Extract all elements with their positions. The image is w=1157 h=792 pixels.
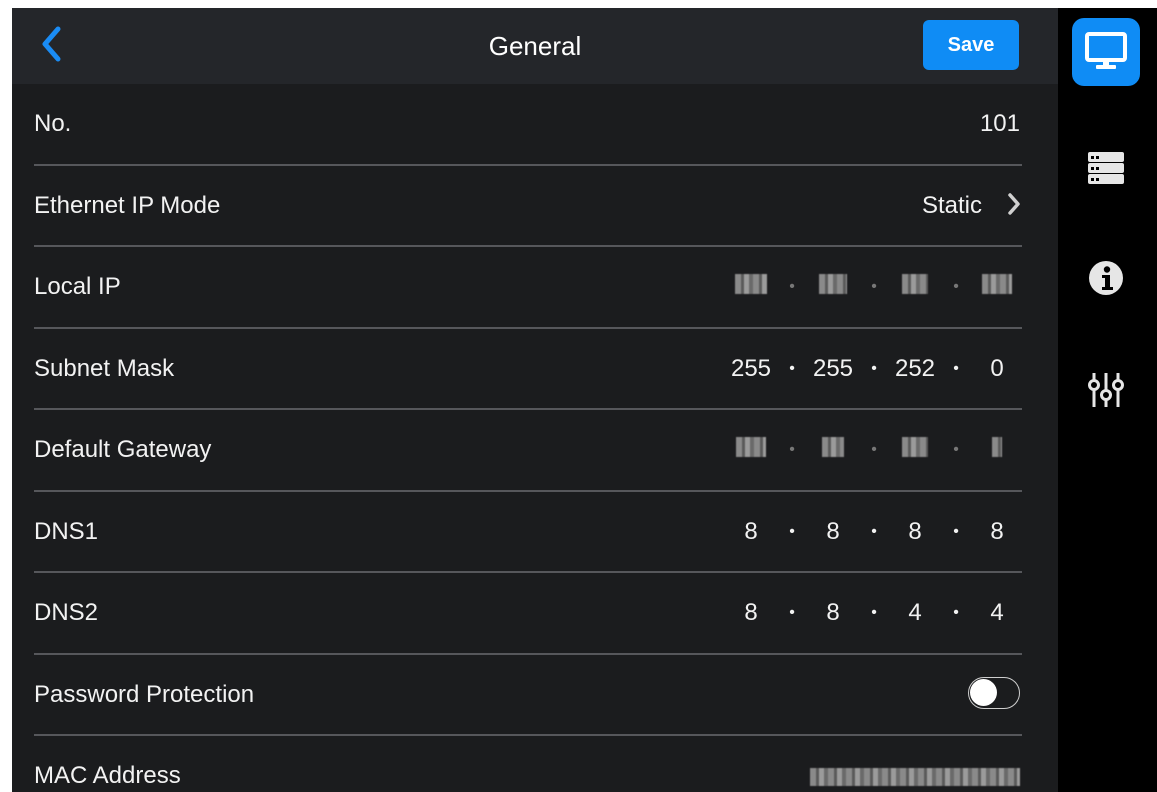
ip-dot: • — [789, 604, 795, 621]
ip-octet[interactable] — [974, 436, 1020, 464]
ip-octet[interactable] — [974, 273, 1020, 301]
chevron-right-icon — [1008, 192, 1020, 215]
no-value[interactable]: 101 — [980, 84, 1020, 164]
ip-octet[interactable]: 4 — [892, 599, 938, 627]
chevron-left-icon — [42, 26, 61, 62]
row-ethernet-ip-mode[interactable]: Ethernet IP Mode Static — [12, 166, 1058, 247]
info-icon — [1089, 261, 1123, 295]
settings-screen: General Save No. 101 Ethernet IP Mode St… — [12, 8, 1157, 792]
top-bar: General Save — [12, 8, 1058, 84]
sidebar-item-server[interactable] — [1072, 134, 1140, 202]
ip-octet[interactable]: 8 — [810, 518, 856, 546]
row-mac-address: MAC Address — [12, 736, 1058, 792]
ip-octet[interactable]: 8 — [728, 518, 774, 546]
sidebar-item-adjustments[interactable] — [1072, 356, 1140, 424]
ip-octet[interactable]: 8 — [974, 518, 1020, 546]
ip-dot: • — [953, 359, 959, 377]
save-button[interactable]: Save — [923, 20, 1019, 70]
mac-address-label: MAC Address — [34, 762, 181, 789]
ip-dot: • — [953, 441, 959, 458]
ip-octet[interactable]: 8 — [892, 518, 938, 546]
sidebar-item-display[interactable] — [1072, 18, 1140, 86]
ip-octet[interactable] — [892, 273, 938, 301]
mac-address-value — [810, 736, 1020, 792]
ip-dot: • — [953, 604, 959, 621]
ip-dot: • — [789, 359, 795, 377]
ip-octet[interactable]: 255 — [728, 355, 774, 383]
local-ip-field[interactable]: • • • — [728, 247, 1020, 327]
toggle-knob — [970, 678, 997, 706]
password-protection-label: Password Protection — [34, 680, 255, 708]
ip-dot: • — [871, 522, 877, 540]
row-password-protection: Password Protection — [12, 655, 1058, 736]
monitor-icon — [1085, 32, 1127, 69]
ip-octet[interactable] — [728, 436, 774, 464]
ip-dot: • — [953, 522, 959, 540]
local-ip-label: Local IP — [34, 273, 121, 300]
dns1-label: DNS1 — [34, 517, 99, 545]
ip-dot: • — [871, 604, 877, 621]
sidebar-item-info[interactable] — [1072, 244, 1140, 312]
sidebar — [1058, 8, 1157, 792]
server-icon — [1088, 152, 1124, 184]
row-dns1: DNS1 8 • 8 • 8 • 8 — [12, 492, 1058, 573]
settings-list: No. 101 Ethernet IP Mode Static Local IP… — [12, 84, 1058, 792]
back-button[interactable] — [36, 24, 66, 64]
default-gateway-field[interactable]: • • • — [728, 410, 1020, 490]
row-no: No. 101 — [12, 84, 1058, 166]
ip-octet[interactable]: 0 — [974, 355, 1020, 383]
ip-octet[interactable]: 4 — [974, 599, 1020, 627]
ip-octet[interactable]: 255 — [810, 355, 856, 383]
ip-octet[interactable] — [810, 273, 856, 301]
row-default-gateway: Default Gateway • • • — [12, 410, 1058, 492]
sliders-icon — [1088, 373, 1124, 407]
dns2-field[interactable]: 8 • 8 • 4 • 4 — [728, 573, 1020, 653]
default-gateway-label: Default Gateway — [34, 436, 212, 463]
row-dns2: DNS2 8 • 8 • 4 • 4 — [12, 573, 1058, 655]
ip-dot: • — [871, 359, 877, 377]
ip-octet[interactable]: 252 — [892, 355, 938, 383]
page-title: General — [488, 31, 582, 61]
ip-dot: • — [871, 278, 877, 295]
subnet-mask-label: Subnet Mask — [34, 354, 175, 382]
ip-octet[interactable] — [810, 436, 856, 464]
ethernet-ip-mode-label: Ethernet IP Mode — [34, 191, 221, 219]
row-subnet-mask: Subnet Mask 255 • 255 • 252 • 0 — [12, 329, 1058, 410]
password-protection-toggle[interactable] — [968, 676, 1020, 709]
dns1-field[interactable]: 8 • 8 • 8 • 8 — [728, 492, 1020, 572]
subnet-mask-field[interactable]: 255 • 255 • 252 • 0 — [728, 329, 1020, 409]
ip-dot: • — [789, 522, 795, 540]
no-label: No. — [34, 110, 72, 137]
ip-octet[interactable] — [892, 436, 938, 464]
row-local-ip: Local IP • • • — [12, 247, 1058, 329]
dns2-label: DNS2 — [34, 599, 99, 626]
ip-octet[interactable] — [728, 273, 774, 301]
ip-octet[interactable]: 8 — [810, 599, 856, 627]
ethernet-ip-mode-value: Static — [921, 191, 982, 219]
ip-dot: • — [789, 441, 795, 458]
ip-dot: • — [953, 278, 959, 295]
ip-dot: • — [871, 441, 877, 458]
ip-octet[interactable]: 8 — [728, 599, 774, 627]
ip-dot: • — [789, 278, 795, 295]
